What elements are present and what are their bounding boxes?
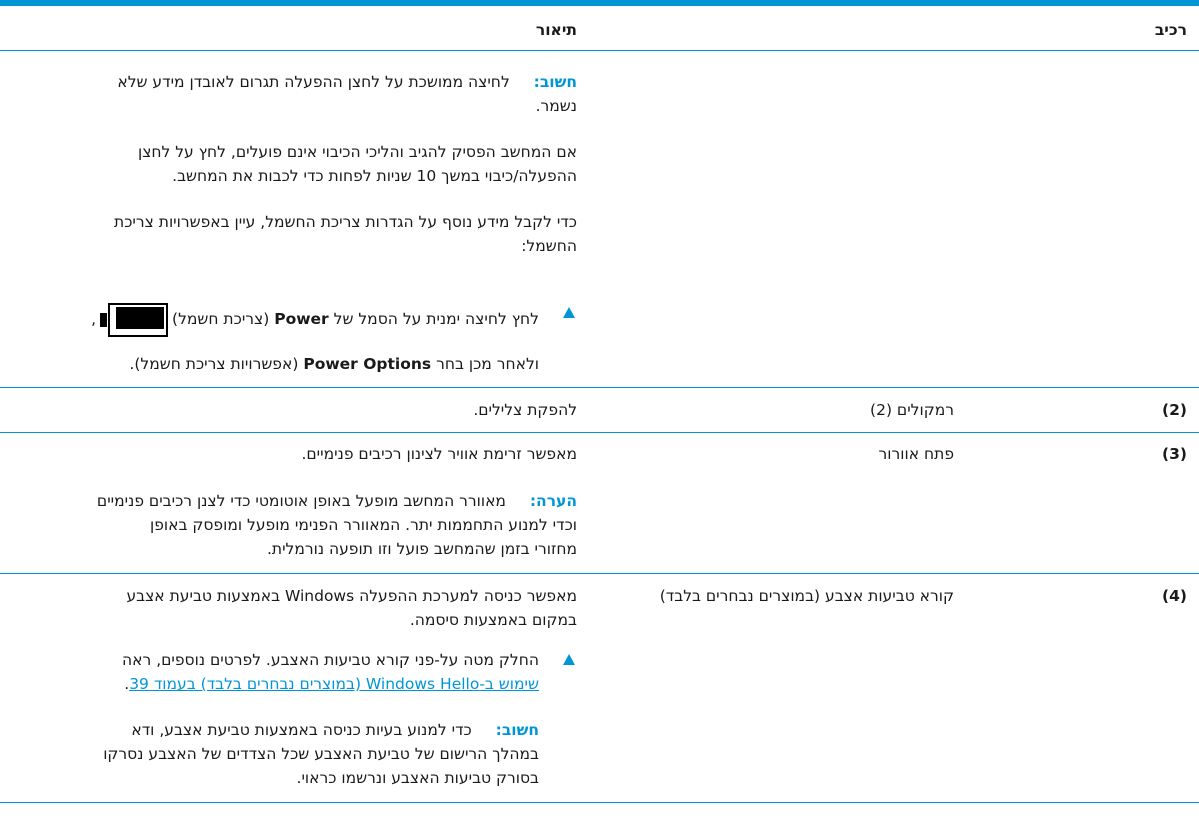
row-description: מאפשר זרימת אוויר לצינון רכיבים פנימיים. — [301, 445, 577, 463]
header-description: תיאור — [535, 21, 577, 39]
header-divider — [0, 50, 1199, 51]
note-label: הערה: — [529, 492, 577, 510]
paragraph-line: אם המחשב הפסיק להגיב והליכי הכיבוי אינם … — [137, 143, 577, 161]
step-triangle-icon — [563, 654, 575, 665]
paragraph-line: החשמל: — [521, 237, 577, 255]
important-text-line2: נשמר. — [535, 97, 577, 115]
step-text-line1: לחץ לחיצה ימנית על הסמל של Power (צריכת … — [91, 302, 539, 337]
row-divider — [0, 387, 1199, 388]
row-component: קורא טביעות אצבע (במוצרים נבחרים בלבד) — [659, 587, 954, 605]
row-description-line2: במקום באמצעות סיסמה. — [409, 611, 577, 629]
important-line2: במהלך הרישום של טביעת האצבע שכל הצדדים ש… — [103, 745, 539, 763]
table-top-border — [0, 0, 1199, 6]
important-text-line1: לחיצה ממושכת על לחצן ההפעלה תגרום לאובדן… — [117, 73, 510, 91]
row-component: רמקולים (2) — [870, 401, 954, 419]
important-label: חשוב: — [533, 73, 577, 91]
note-line2: וכדי למנוע התחממות יתר. המאוורר הפנימי מ… — [150, 516, 577, 534]
row-divider — [0, 432, 1199, 433]
step-text-line2: ולאחר מכן בחר Power Options (אפשרויות צר… — [129, 355, 539, 373]
battery-icon — [100, 302, 169, 337]
windows-hello-link[interactable]: שימוש ב-Windows Hello (במוצרים נבחרים בל… — [129, 675, 539, 693]
paragraph-line: כדי לקבל מידע נוסף על הגדרות צריכת החשמל… — [114, 213, 577, 231]
step-text-line2: שימוש ב-Windows Hello (במוצרים נבחרים בל… — [124, 675, 539, 693]
important-line3: בסורק טביעות האצבע ונרשמו כראוי. — [296, 769, 539, 787]
important-line1: חשוב: כדי למנוע בעיות כניסה באמצעות טביע… — [131, 721, 539, 739]
row-number: (4) — [1162, 587, 1187, 605]
header-component: רכיב — [1154, 21, 1187, 39]
step-triangle-icon — [563, 307, 575, 318]
row-description: להפקת צלילים. — [473, 401, 577, 419]
row-description-line1: מאפשר כניסה למערכת ההפעלה Windows באמצעו… — [126, 587, 577, 605]
important-note: חשוב: לחיצה ממושכת על לחצן ההפעלה תגרום … — [117, 70, 577, 94]
row-component: פתח אוורור — [878, 445, 954, 463]
row-number: (2) — [1162, 401, 1187, 419]
table-bottom-border — [0, 802, 1199, 803]
row-number: (3) — [1162, 445, 1187, 463]
step-text-line1: החלק מטה על-פני קורא טביעות האצבע. לפרטי… — [122, 651, 539, 669]
important-label: חשוב: — [495, 721, 539, 739]
paragraph-line: ההפעלה/כיבוי במשך 10 שניות לפחות כדי לכב… — [172, 167, 577, 185]
note-line1: הערה: מאוורר המחשב מופעל באופן אוטומטי כ… — [96, 492, 577, 510]
note-line3: מחזורי בזמן שהמחשב פועל וזו תופעה נורמלי… — [266, 540, 577, 558]
row-divider — [0, 573, 1199, 574]
